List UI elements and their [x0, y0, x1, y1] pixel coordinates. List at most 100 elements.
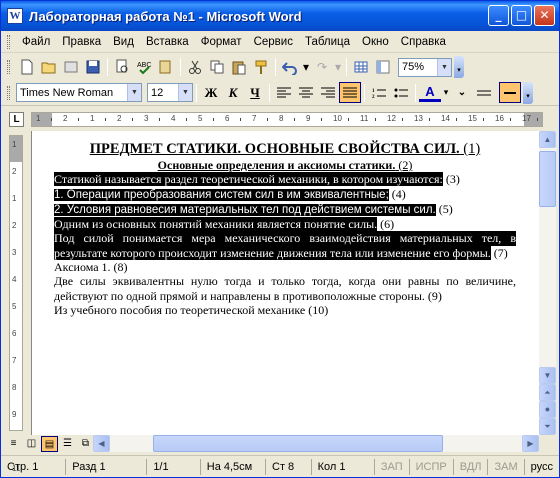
zoom-value: 75%: [402, 61, 425, 73]
horizontal-scroll-thumb[interactable]: [153, 435, 443, 452]
scroll-right-icon[interactable]: ▶: [522, 435, 539, 452]
outline-view-icon[interactable]: ☰: [59, 436, 76, 452]
font-size-select[interactable]: 12 ▼: [147, 83, 193, 102]
paragraph-5-text: 2. Условия равновесия материальных тел п…: [54, 203, 436, 216]
ruler-tick: [537, 118, 538, 121]
font-color-button[interactable]: A: [419, 84, 441, 102]
reading-layout-view-icon[interactable]: ⧉: [77, 436, 94, 452]
status-section[interactable]: Разд 1: [66, 458, 148, 475]
next-page-icon[interactable]: ⏷: [539, 418, 556, 435]
word-app-icon[interactable]: W: [7, 8, 23, 24]
menu-format[interactable]: Формат: [195, 33, 248, 51]
ruler-number: 17: [522, 114, 531, 123]
open-button[interactable]: [38, 56, 60, 78]
align-left-button[interactable]: [273, 82, 295, 103]
save-button[interactable]: [82, 56, 104, 78]
close-button[interactable]: ✕: [534, 5, 555, 26]
vertical-ruler[interactable]: 121234567891011: [9, 135, 23, 473]
zoom-select[interactable]: 75% ▼: [398, 57, 452, 77]
menu-window[interactable]: Окно: [356, 33, 395, 51]
redo-button[interactable]: ↷: [311, 56, 333, 78]
status-page[interactable]: Стр. 1: [1, 458, 67, 475]
border-button[interactable]: [473, 82, 495, 103]
doc-title: ПРЕДМЕТ СТАТИКИ. ОСНОВНЫЕ СВОЙСТВА СИЛ. …: [54, 141, 516, 158]
status-overtype[interactable]: ЗАМ: [488, 458, 525, 475]
bold-button[interactable]: Ж: [200, 82, 222, 103]
title-bar[interactable]: W Лабораторная работа №1 - Microsoft Wor…: [1, 1, 559, 31]
undo-button[interactable]: [279, 56, 301, 78]
underline-button[interactable]: Ч: [244, 82, 266, 103]
horizontal-scroll-row: ≡ ◫ ▤ ☰ ⧉ ◀ ▶: [1, 435, 559, 453]
paragraph-7-num: (7): [490, 245, 508, 260]
status-position[interactable]: На 4,5см: [201, 458, 267, 475]
bullets-button[interactable]: [390, 82, 412, 103]
copy-button[interactable]: [206, 56, 228, 78]
scroll-left-icon[interactable]: ◀: [93, 435, 110, 452]
toolbar-grip[interactable]: [7, 60, 10, 74]
vertical-scroll-thumb[interactable]: [539, 151, 556, 207]
redo-dropdown-icon[interactable]: ▾: [333, 56, 343, 78]
font-name-select[interactable]: Times New Roman ▼: [16, 83, 142, 102]
horizontal-scrollbar[interactable]: ◀ ▶: [93, 435, 539, 452]
insert-table-button[interactable]: [350, 56, 372, 78]
justify-button[interactable]: [339, 82, 361, 103]
status-extend[interactable]: ВДЛ: [454, 458, 489, 475]
document-page[interactable]: ПРЕДМЕТ СТАТИКИ. ОСНОВНЫЕ СВОЙСТВА СИЛ. …: [54, 141, 516, 317]
normal-view-icon[interactable]: ≡: [5, 436, 22, 452]
status-track-changes[interactable]: ИСПР: [410, 458, 454, 475]
menu-file[interactable]: Файл: [16, 33, 56, 51]
paste-button[interactable]: [228, 56, 250, 78]
menu-insert[interactable]: Вставка: [140, 33, 195, 51]
menu-edit[interactable]: Правка: [56, 33, 107, 51]
format-toolbar-grip[interactable]: [7, 85, 10, 100]
zoom-dropdown-icon[interactable]: ▼: [437, 58, 451, 76]
horizontal-ruler[interactable]: 1 2 1 2 3 4 5 6 7 8 9 10 11 12 13 14 15 16 17: [31, 112, 543, 127]
maximize-button[interactable]: □: [511, 5, 532, 26]
cut-button[interactable]: [184, 56, 206, 78]
menu-view[interactable]: Вид: [107, 33, 140, 51]
document-area[interactable]: ПРЕДМЕТ СТАТИКИ. ОСНОВНЫЕ СВОЙСТВА СИЛ. …: [31, 131, 539, 435]
status-line[interactable]: Ст 8: [266, 458, 312, 475]
spelling-button[interactable]: ABC: [133, 56, 155, 78]
status-record[interactable]: ЗАП: [375, 458, 410, 475]
ruler-tick: [240, 118, 241, 121]
highlight-button[interactable]: [499, 82, 521, 103]
status-language[interactable]: русс: [525, 459, 559, 475]
status-column[interactable]: Кол 1: [312, 458, 375, 475]
toolbar-options-chevron-icon[interactable]: ▾: [454, 56, 464, 78]
document-map-button[interactable]: [372, 56, 394, 78]
undo-dropdown-icon[interactable]: ▾: [301, 56, 311, 78]
numbering-button[interactable]: 12: [368, 82, 390, 103]
minimize-button[interactable]: _: [488, 5, 509, 26]
italic-button[interactable]: К: [222, 82, 244, 103]
paragraph-5-num: (5): [435, 201, 453, 216]
tab-selector[interactable]: L: [9, 112, 24, 127]
print-layout-view-icon[interactable]: ▤: [41, 436, 58, 452]
font-name-dropdown-icon[interactable]: ▼: [127, 84, 141, 101]
paragraph-6-text: Одним из основных понятий механики являе…: [54, 217, 378, 232]
permission-button[interactable]: [60, 56, 82, 78]
menu-help[interactable]: Справка: [395, 33, 452, 51]
new-document-button[interactable]: [16, 56, 38, 78]
print-preview-button[interactable]: [111, 56, 133, 78]
font-size-dropdown-icon[interactable]: ▼: [178, 84, 192, 101]
align-right-button[interactable]: [317, 82, 339, 103]
font-color-dropdown-icon[interactable]: ▾: [441, 82, 451, 104]
paragraph-6-num: (6): [377, 217, 395, 232]
select-browse-object-icon[interactable]: ●: [539, 401, 556, 418]
more-options-icon[interactable]: ⌄: [451, 82, 473, 103]
menu-grip[interactable]: [7, 35, 10, 49]
ruler-number: 3: [144, 114, 149, 123]
scroll-up-icon[interactable]: ▲: [539, 131, 556, 148]
scroll-down-icon[interactable]: ▼: [539, 367, 556, 384]
align-center-button[interactable]: [295, 82, 317, 103]
previous-page-icon[interactable]: ⏶: [539, 384, 556, 401]
research-button[interactable]: [155, 56, 177, 78]
menu-tools[interactable]: Сервис: [248, 33, 299, 51]
format-painter-button[interactable]: [250, 56, 272, 78]
vertical-scrollbar[interactable]: ▲ ▼ ⏶ ● ⏷: [539, 131, 556, 435]
format-options-chevron-icon[interactable]: ▾: [523, 81, 533, 104]
status-pages[interactable]: 1/1: [147, 458, 201, 475]
web-layout-view-icon[interactable]: ◫: [23, 436, 40, 452]
menu-table[interactable]: Таблица: [299, 33, 356, 51]
